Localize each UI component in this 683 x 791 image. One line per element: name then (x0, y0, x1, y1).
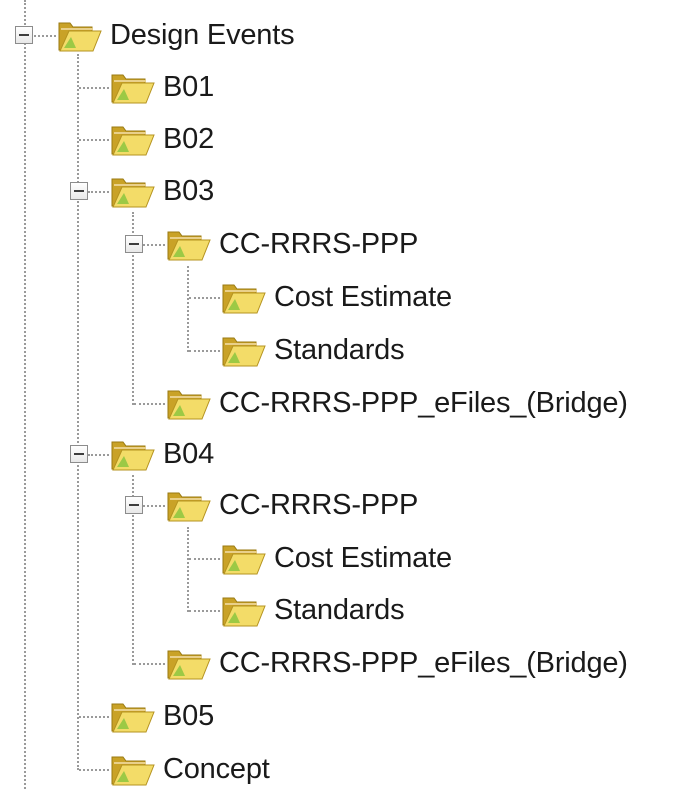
tree-connector-b03-efiles (134, 403, 165, 405)
tree-connector-b03-standards (189, 350, 220, 352)
open-folder-icon (109, 696, 155, 736)
open-folder-icon (109, 119, 155, 159)
tree-connector-b03-cc (143, 244, 165, 246)
tree-connector-b04-standards (189, 610, 220, 612)
tree-node-b04-standards[interactable]: Standards (220, 588, 405, 632)
open-folder-icon (220, 590, 266, 630)
open-folder-icon (109, 749, 155, 789)
tree-node-label: B02 (163, 123, 214, 155)
open-folder-icon (165, 485, 211, 525)
tree-connector-b03 (88, 191, 109, 193)
tree-connector-root (34, 35, 56, 37)
open-folder-icon (109, 171, 155, 211)
tree-node-b04[interactable]: B04 (109, 432, 214, 476)
open-folder-icon (109, 67, 155, 107)
tree-node-b04-efiles-bridge[interactable]: CC-RRRS-PPP_eFiles_(Bridge) (165, 641, 628, 685)
folder-tree: Design Events B01 B02 B03 CC-RRRS-PPP Co… (0, 0, 683, 789)
tree-node-label: Design Events (110, 19, 295, 51)
tree-connector-design-events-trunk (77, 54, 79, 770)
open-folder-icon (220, 277, 266, 317)
tree-connector-concept (79, 769, 109, 771)
tree-node-label: Standards (274, 594, 405, 626)
open-folder-icon (165, 383, 211, 423)
tree-connector-b02 (79, 139, 109, 141)
tree-connector-b04-cost (189, 558, 220, 560)
tree-node-label: CC-RRRS-PPP (219, 228, 419, 260)
tree-node-label: CC-RRRS-PPP_eFiles_(Bridge) (219, 387, 628, 419)
tree-connector-b05 (79, 716, 109, 718)
open-folder-icon (220, 330, 266, 370)
tree-node-b02[interactable]: B02 (109, 117, 214, 161)
tree-node-label: CC-RRRS-PPP_eFiles_(Bridge) (219, 647, 628, 679)
open-folder-icon (165, 224, 211, 264)
tree-connector-b01 (79, 87, 109, 89)
tree-connector-b04 (88, 454, 109, 456)
tree-node-label: Standards (274, 334, 405, 366)
tree-node-label: B04 (163, 438, 214, 470)
collapse-toggle-b04[interactable] (70, 445, 88, 463)
tree-connector-root-trunk (24, 0, 26, 789)
tree-node-b05[interactable]: B05 (109, 694, 214, 738)
collapse-toggle-b03[interactable] (70, 182, 88, 200)
open-folder-icon (165, 643, 211, 683)
open-folder-icon (109, 434, 155, 474)
tree-connector-b04-cc (143, 505, 165, 507)
tree-node-b04-cc-rrrs-ppp[interactable]: CC-RRRS-PPP (165, 483, 418, 527)
tree-node-label: CC-RRRS-PPP (219, 489, 419, 521)
open-folder-icon (56, 15, 102, 55)
tree-node-b03-efiles-bridge[interactable]: CC-RRRS-PPP_eFiles_(Bridge) (165, 381, 628, 425)
tree-node-b03[interactable]: B03 (109, 169, 214, 213)
collapse-toggle-b03-cc[interactable] (125, 235, 143, 253)
tree-node-label: Cost Estimate (274, 281, 452, 313)
open-folder-icon (220, 538, 266, 578)
tree-node-design-events[interactable]: Design Events (56, 13, 295, 57)
tree-node-b01[interactable]: B01 (109, 65, 214, 109)
tree-node-b04-cost-estimate[interactable]: Cost Estimate (220, 536, 452, 580)
tree-node-label: Concept (163, 753, 270, 785)
collapse-toggle-design-events[interactable] (15, 26, 33, 44)
tree-connector-b04-efiles (134, 663, 165, 665)
tree-node-concept[interactable]: Concept (109, 747, 270, 791)
tree-connector-b03-cost (189, 297, 220, 299)
tree-connector-b04-cc-trunk (187, 527, 189, 612)
tree-node-b03-cost-estimate[interactable]: Cost Estimate (220, 275, 452, 319)
tree-node-label: B01 (163, 71, 214, 103)
tree-node-label: Cost Estimate (274, 542, 452, 574)
collapse-toggle-b04-cc[interactable] (125, 496, 143, 514)
tree-node-label: B05 (163, 700, 214, 732)
tree-connector-b03-cc-trunk (187, 266, 189, 352)
tree-node-label: B03 (163, 175, 214, 207)
tree-node-b03-standards[interactable]: Standards (220, 328, 405, 372)
tree-node-b03-cc-rrrs-ppp[interactable]: CC-RRRS-PPP (165, 222, 418, 266)
